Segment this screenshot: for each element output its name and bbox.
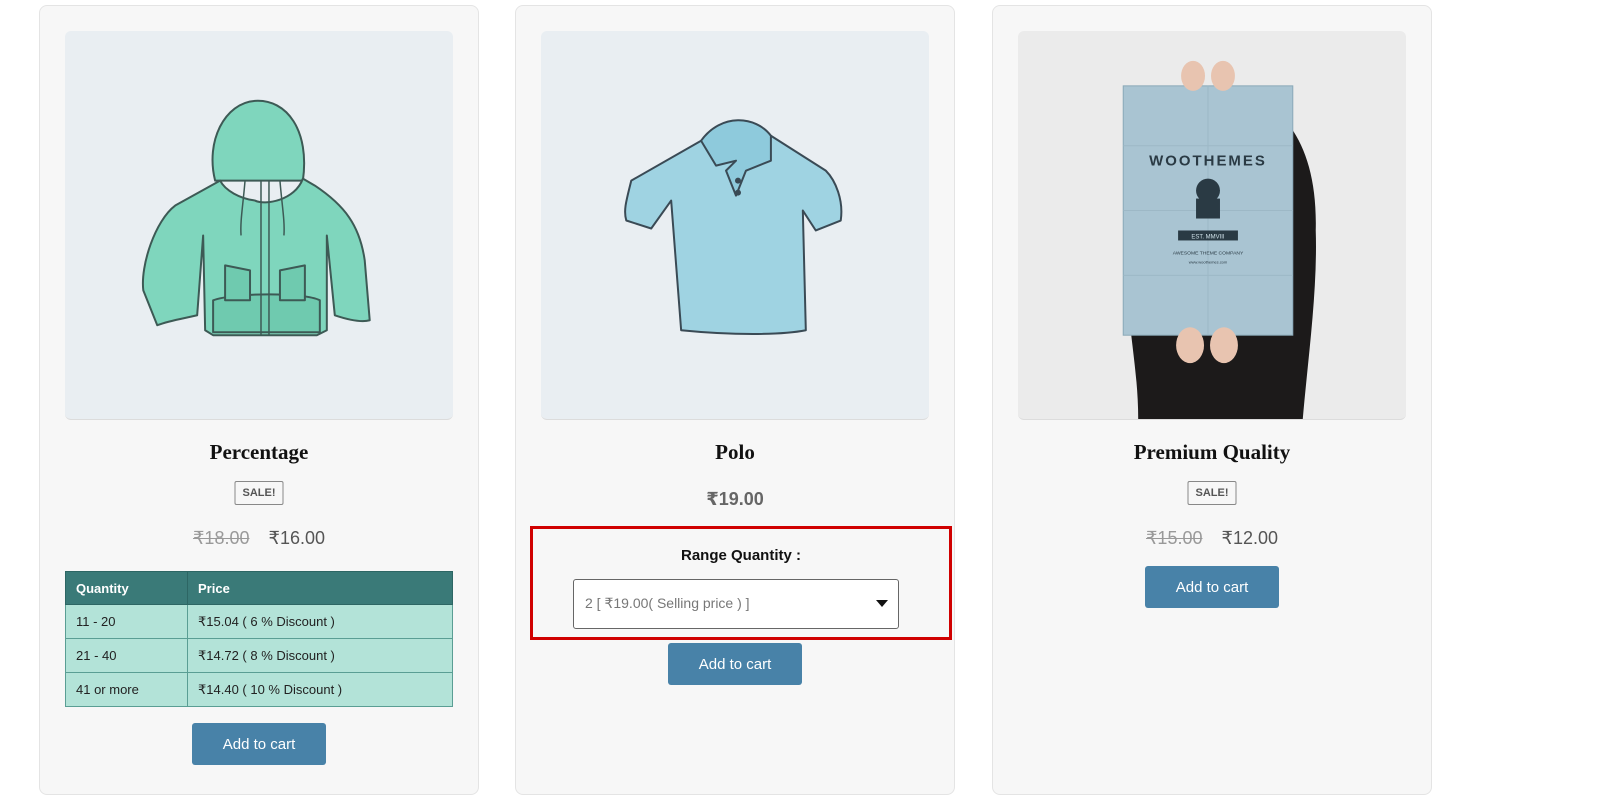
product-title[interactable]: Premium Quality (993, 440, 1431, 465)
polo-shirt-image[interactable] (541, 31, 929, 420)
add-to-cart-button[interactable]: Add to cart (668, 643, 802, 685)
poster-tagline-text: AWESOME THEME COMPANY (1173, 250, 1244, 256)
product-card-polo: Polo ₹19.00 Range Quantity : 2 [ ₹19.00(… (515, 5, 955, 795)
price-cell: ₹14.72 ( 8 % Discount ) (187, 638, 453, 673)
regular-price: ₹18.00 (192, 528, 250, 548)
add-to-cart-button[interactable]: Add to cart (192, 723, 326, 765)
table-row: 21 - 40 ₹14.72 ( 8 % Discount ) (65, 638, 453, 673)
sale-price: ₹12.00 (1221, 528, 1279, 548)
quantity-cell: 11 - 20 (65, 604, 188, 639)
sale-price: ₹16.00 (268, 528, 326, 548)
price-row: ₹18.00 ₹16.00 (40, 528, 478, 549)
sale-badge: SALE! (234, 481, 284, 505)
poster-url-text: www.woothemes.com (1189, 259, 1228, 264)
poster-image[interactable]: WOOTHEMES EST. MMVIII AWESOME THEME COMP… (1018, 31, 1406, 420)
regular-price: ₹15.00 (1145, 528, 1203, 548)
range-quantity-select[interactable]: 2 [ ₹19.00( Selling price ) ] (573, 579, 899, 629)
table-header-row: Quantity Price (65, 571, 453, 605)
sale-badge: SALE! (1187, 481, 1237, 505)
selected-option: 2 [ ₹19.00( Selling price ) ] (585, 595, 750, 611)
price-cell: ₹14.40 ( 10 % Discount ) (187, 672, 453, 707)
product-card-percentage: Percentage SALE! ₹18.00 ₹16.00 Quantity … (39, 5, 479, 795)
column-header-quantity: Quantity (65, 571, 188, 605)
caret-down-icon (876, 600, 888, 607)
product-title[interactable]: Percentage (40, 440, 478, 465)
add-to-cart-button[interactable]: Add to cart (1145, 566, 1279, 608)
column-header-price: Price (187, 571, 453, 605)
range-quantity-label: Range Quantity : (680, 547, 801, 564)
price-cell: ₹15.04 ( 6 % Discount ) (187, 604, 453, 639)
price: ₹19.00 (706, 489, 764, 509)
product-title[interactable]: Polo (516, 440, 954, 465)
table-row: 41 or more ₹14.40 ( 10 % Discount ) (65, 672, 453, 707)
range-quantity-box: Range Quantity : 2 [ ₹19.00( Selling pri… (530, 526, 952, 640)
price-row: ₹15.00 ₹12.00 (993, 528, 1431, 549)
table-row: 11 - 20 ₹15.04 ( 6 % Discount ) (65, 604, 453, 639)
quantity-discount-table: Quantity Price 11 - 20 ₹15.04 ( 6 % Disc… (65, 571, 453, 707)
product-card-premium-quality: WOOTHEMES EST. MMVIII AWESOME THEME COMP… (992, 5, 1432, 795)
quantity-cell: 21 - 40 (65, 638, 188, 673)
poster-brand-text: WOOTHEMES (1149, 153, 1267, 170)
quantity-cell: 41 or more (65, 672, 188, 707)
hoodie-image[interactable] (65, 31, 453, 420)
poster-est-text: EST. MMVIII (1191, 234, 1225, 240)
